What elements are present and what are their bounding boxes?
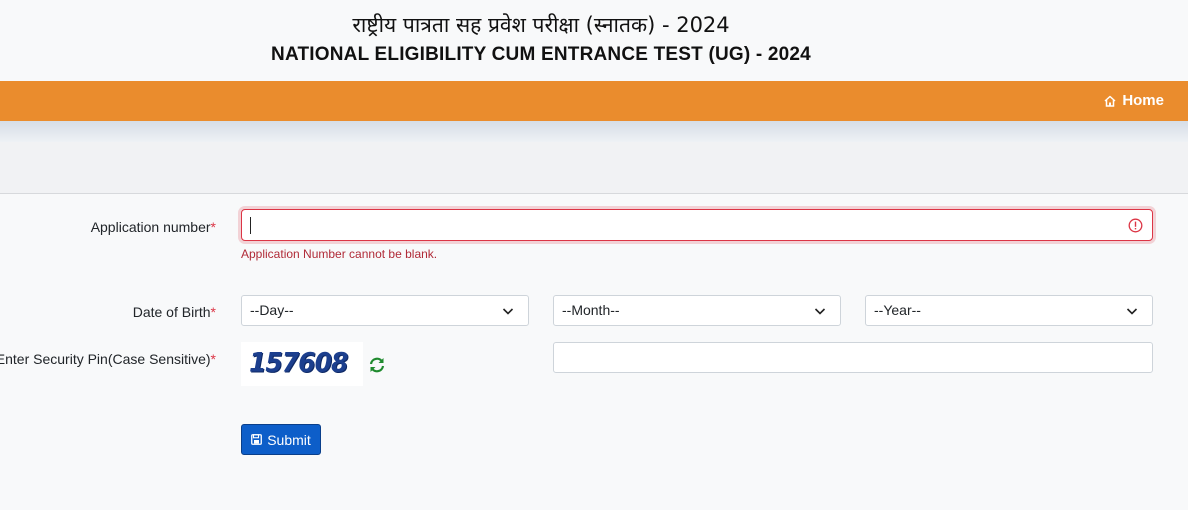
required-mark: * (210, 219, 216, 235)
header-divider-strip (0, 121, 1188, 142)
page-title-english: NATIONAL ELIGIBILITY CUM ENTRANCE TEST (… (271, 44, 811, 65)
dob-day-select[interactable]: --Day-- (241, 295, 529, 326)
page-title-hindi: राष्ट्रीय पात्रता सह प्रवेश परीक्षा (स्न… (352, 13, 730, 37)
application-number-error: Application Number cannot be blank. (241, 247, 438, 261)
dob-month-value: --Month-- (562, 302, 620, 318)
refresh-icon[interactable] (368, 356, 386, 374)
captcha-text: 157608 (249, 347, 348, 378)
dob-month-select[interactable]: --Month-- (553, 295, 841, 326)
error-icon (1128, 218, 1143, 233)
dob-year-value: --Year-- (874, 302, 921, 318)
home-icon (1104, 95, 1116, 107)
home-link-label: Home (1122, 92, 1164, 109)
submit-button[interactable]: Submit (241, 424, 321, 455)
chevron-down-icon (502, 308, 514, 315)
chevron-down-icon (814, 308, 826, 315)
chevron-down-icon (1126, 308, 1138, 315)
security-pin-label: Enter Security Pin(Case Sensitive)* (0, 351, 216, 367)
form-header-band (0, 142, 1188, 194)
required-mark: * (210, 304, 216, 320)
save-icon (251, 434, 263, 445)
submit-label: Submit (267, 431, 311, 448)
dob-label: Date of Birth* (132, 304, 216, 320)
dob-year-select[interactable]: --Year-- (865, 295, 1153, 326)
security-pin-input[interactable] (553, 342, 1153, 373)
home-link[interactable]: Home (1103, 92, 1164, 109)
text-cursor (250, 217, 251, 234)
application-number-label: Application number* (90, 219, 216, 235)
nav-bar: Home (0, 81, 1188, 121)
page-header: राष्ट्रीय पात्रता सह प्रवेश परीक्षा (स्न… (0, 0, 1188, 81)
required-mark: * (210, 351, 216, 367)
application-number-input[interactable] (241, 209, 1153, 241)
dob-day-value: --Day-- (250, 302, 294, 318)
captcha-image: 157608 (241, 342, 363, 386)
